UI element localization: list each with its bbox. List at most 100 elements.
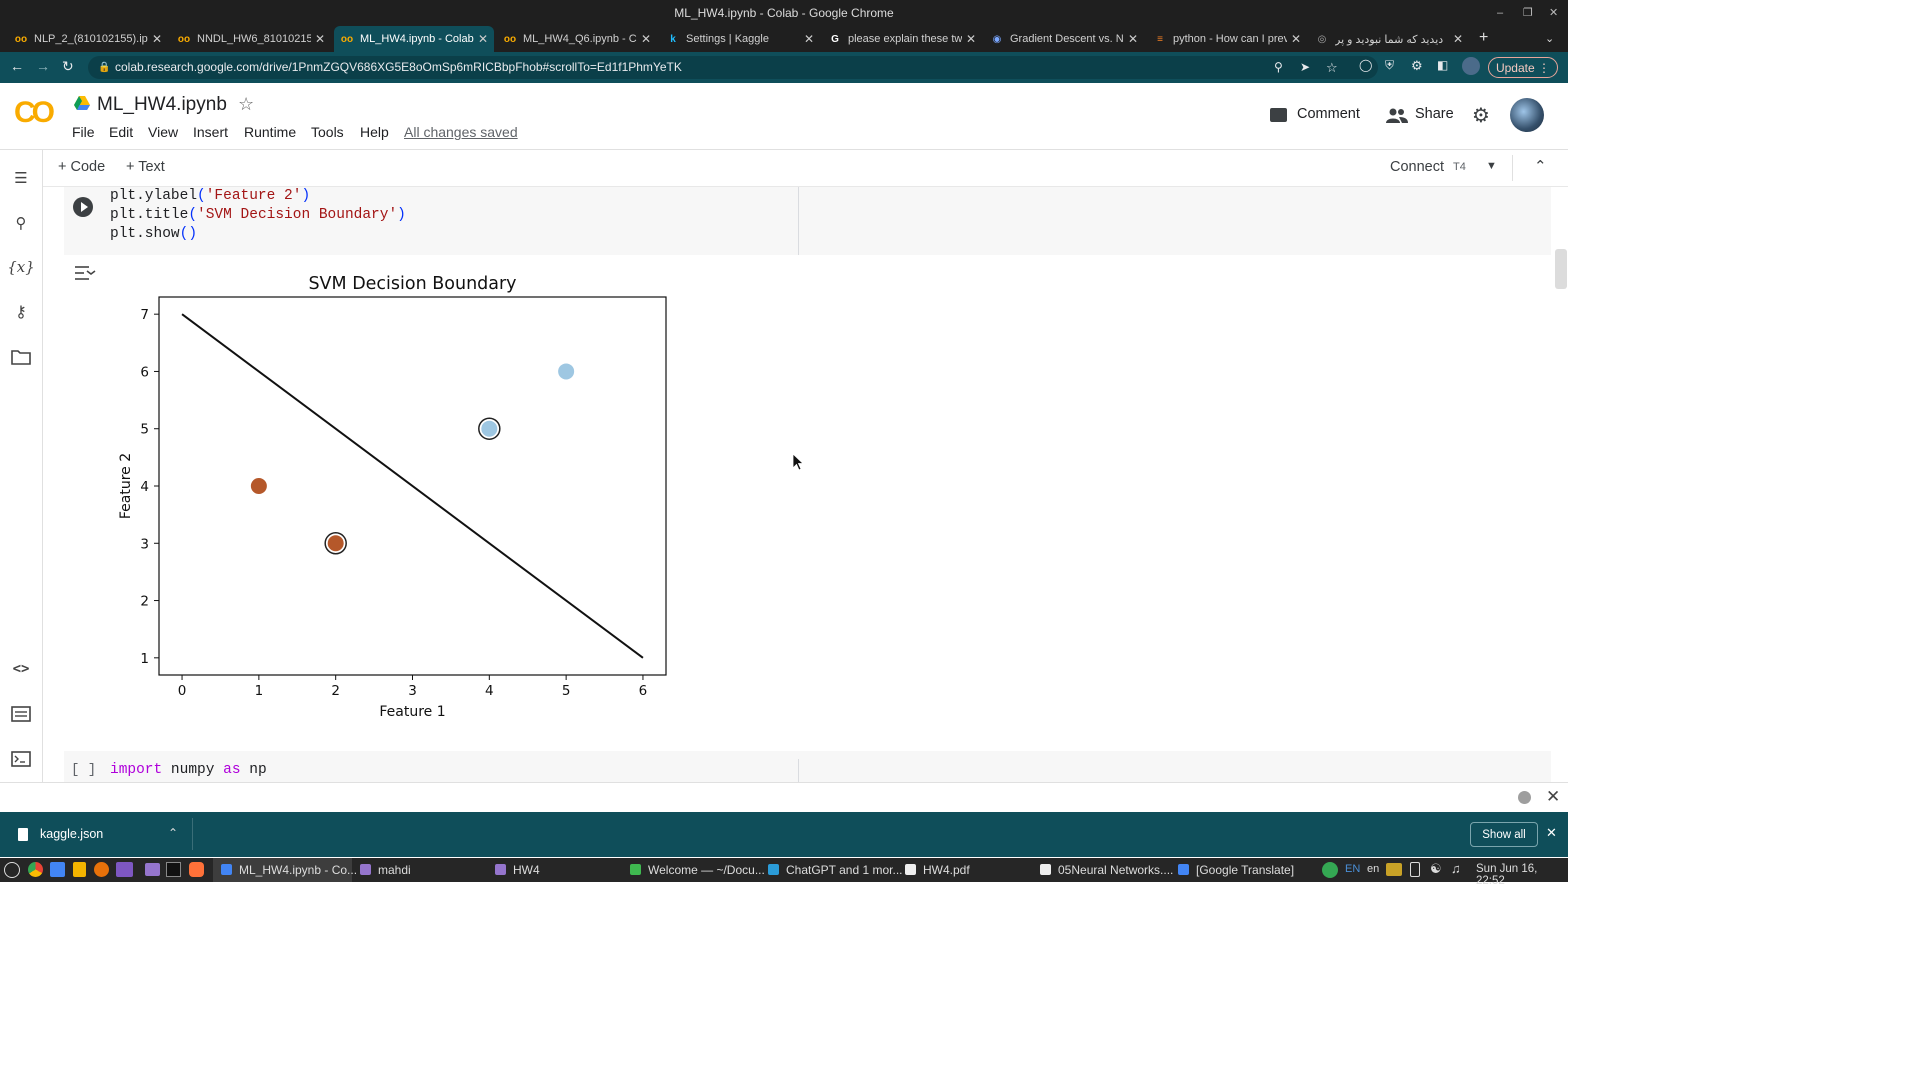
taskbar-item[interactable]: HW4.pdf bbox=[923, 862, 970, 879]
menu-insert[interactable]: Insert bbox=[193, 124, 228, 140]
run-cell-button[interactable] bbox=[73, 197, 93, 217]
add-text-button[interactable]: + Text bbox=[126, 159, 165, 175]
browser-tab[interactable]: k Settings | Kaggle ✕ bbox=[660, 26, 820, 52]
notebook-title[interactable]: ML_HW4.ipynb bbox=[97, 94, 227, 116]
tab-close-icon[interactable]: ✕ bbox=[315, 32, 325, 46]
notebook-scrollbar-thumb[interactable] bbox=[1555, 249, 1567, 289]
menu-tools[interactable]: Tools bbox=[311, 124, 344, 140]
chrome-launcher-icon[interactable] bbox=[28, 862, 43, 877]
taskbar-item[interactable]: ML_HW4.ipynb - Co... bbox=[239, 862, 357, 879]
clock[interactable]: Sun Jun 16, 22:52 bbox=[1476, 863, 1568, 887]
notes-launcher-icon[interactable] bbox=[73, 862, 86, 877]
tray-check-icon[interactable] bbox=[1322, 862, 1338, 878]
files-folder-icon[interactable] bbox=[10, 346, 32, 368]
code-snippets-icon[interactable]: <> bbox=[10, 658, 32, 680]
update-button[interactable]: Update ⋮ bbox=[1488, 57, 1558, 78]
tab-close-icon[interactable]: ✕ bbox=[1291, 32, 1301, 46]
tab-close-icon[interactable]: ✕ bbox=[152, 32, 162, 46]
taskbar-item[interactable]: [Google Translate] bbox=[1196, 862, 1294, 879]
browser-tab[interactable]: ≡ python - How can I prev ✕ bbox=[1147, 26, 1307, 52]
send-icon[interactable]: ➤ bbox=[1300, 56, 1310, 79]
tab-close-icon[interactable]: ✕ bbox=[1128, 32, 1138, 46]
browser-tab[interactable]: oo NNDL_HW6_81010215 ✕ bbox=[171, 26, 331, 52]
collapse-header-icon[interactable]: ⌃ bbox=[1534, 157, 1547, 175]
tab-close-icon[interactable]: ✕ bbox=[641, 32, 651, 46]
browser-tab[interactable]: oo ML_HW4_Q6.ipynb - Co ✕ bbox=[497, 26, 657, 52]
address-bar[interactable]: 🔒 colab.research.google.com/drive/1PnmZG… bbox=[88, 56, 1378, 79]
menu-edit[interactable]: Edit bbox=[109, 124, 133, 140]
share-button[interactable]: Share bbox=[1415, 106, 1454, 122]
files-launcher-icon[interactable] bbox=[145, 863, 160, 876]
app-launcher-icon-2[interactable] bbox=[116, 862, 133, 877]
terminal-icon[interactable] bbox=[10, 748, 32, 770]
profile-avatar[interactable] bbox=[1462, 57, 1480, 75]
taskbar-item[interactable]: ChatGPT and 1 mor... bbox=[786, 862, 903, 879]
extension-circle-icon[interactable]: ◯ bbox=[1359, 58, 1372, 72]
app-launcher-icon[interactable] bbox=[94, 862, 109, 877]
save-status[interactable]: All changes saved bbox=[404, 124, 518, 140]
browser-tab[interactable]: oo NLP_2_(810102155).ipy ✕ bbox=[8, 26, 168, 52]
next-code-cell[interactable]: [ ] import numpy as np bbox=[64, 751, 1551, 782]
tab-search-icon[interactable]: ⌄ bbox=[1545, 32, 1554, 45]
menu-file[interactable]: File bbox=[72, 124, 95, 140]
download-filename[interactable]: kaggle.json bbox=[40, 827, 103, 841]
back-icon[interactable]: ← bbox=[10, 58, 24, 74]
bookmark-star-icon[interactable]: ☆ bbox=[1326, 56, 1338, 79]
google-drive-icon[interactable] bbox=[74, 96, 90, 110]
tab-close-icon[interactable]: ✕ bbox=[966, 32, 976, 46]
variables-icon[interactable]: {x} bbox=[7, 256, 35, 278]
maximize-icon[interactable]: ❐ bbox=[1523, 0, 1533, 26]
browser-tab[interactable]: ◎ دیدید که شما نبودید و پر ✕ bbox=[1309, 26, 1469, 52]
code-cell[interactable]: plt.ylabel('Feature 2') plt.title('SVM De… bbox=[64, 187, 1551, 255]
download-options-icon[interactable]: ⌃ bbox=[168, 826, 178, 840]
taskbar-item[interactable]: 05Neural Networks.... bbox=[1058, 862, 1173, 879]
new-tab-icon[interactable]: + bbox=[1479, 29, 1488, 47]
table-of-contents-icon[interactable]: ☰ bbox=[10, 167, 32, 189]
side-panel-icon[interactable]: ◧ bbox=[1437, 58, 1448, 72]
menu-view[interactable]: View bbox=[148, 124, 178, 140]
connect-button[interactable]: Connect bbox=[1390, 159, 1444, 175]
add-code-button[interactable]: + Code bbox=[58, 159, 105, 175]
tab-close-icon[interactable]: ✕ bbox=[478, 32, 488, 46]
taskbar-item[interactable]: Welcome — ~/Docu... bbox=[648, 862, 765, 879]
app-menu-icon[interactable] bbox=[4, 862, 20, 878]
next-cell-source[interactable]: import numpy as np bbox=[110, 762, 267, 778]
show-all-button[interactable]: Show all bbox=[1470, 822, 1538, 847]
taskbar-item[interactable]: HW4 bbox=[513, 862, 540, 879]
connect-dropdown-icon[interactable]: ▼ bbox=[1486, 160, 1497, 172]
output-toggle-icon[interactable] bbox=[74, 264, 96, 282]
colab-logo[interactable]: CO bbox=[14, 96, 55, 130]
extension-shield-icon[interactable]: ⛨ bbox=[1385, 58, 1394, 73]
search-icon[interactable]: ⚲ bbox=[10, 212, 32, 234]
translate-launcher-icon[interactable] bbox=[50, 862, 65, 877]
close-downloads-icon[interactable]: ✕ bbox=[1546, 825, 1557, 841]
keyboard-layout-indicator[interactable]: EN bbox=[1345, 863, 1360, 875]
tab-close-icon[interactable]: ✕ bbox=[1453, 32, 1463, 46]
extensions-puzzle-icon[interactable]: ⚙ bbox=[1411, 58, 1423, 74]
terminal-launcher-icon[interactable] bbox=[166, 862, 181, 877]
minimize-icon[interactable]: – bbox=[1497, 0, 1503, 26]
tab-close-icon[interactable]: ✕ bbox=[804, 32, 814, 46]
reload-icon[interactable]: ↻ bbox=[62, 58, 74, 75]
firefox-launcher-icon[interactable] bbox=[189, 862, 204, 877]
menu-help[interactable]: Help bbox=[360, 124, 389, 140]
browser-tab[interactable]: oo ML_HW4.ipynb - Colab ✕ bbox=[334, 26, 494, 52]
settings-gear-icon[interactable]: ⚙ bbox=[1472, 103, 1490, 128]
volume-icon[interactable]: ♫ bbox=[1451, 861, 1461, 876]
browser-tab[interactable]: ◉ Gradient Descent vs. N ✕ bbox=[984, 26, 1144, 52]
comment-button[interactable]: Comment bbox=[1297, 106, 1360, 122]
command-palette-icon[interactable] bbox=[10, 703, 32, 725]
forward-icon[interactable]: → bbox=[36, 58, 50, 74]
language-indicator[interactable]: en bbox=[1367, 863, 1379, 875]
taskbar-item[interactable]: mahdi bbox=[378, 862, 411, 879]
close-window-icon[interactable]: ✕ bbox=[1549, 0, 1558, 26]
user-avatar[interactable] bbox=[1510, 98, 1544, 132]
wifi-icon[interactable]: ☯ bbox=[1430, 861, 1442, 877]
menu-runtime[interactable]: Runtime bbox=[244, 124, 296, 140]
close-status-icon[interactable]: ✕ bbox=[1546, 787, 1560, 807]
browser-tab[interactable]: Gplease explain these tw ✕ bbox=[822, 26, 982, 52]
secrets-key-icon[interactable]: ⚷ bbox=[10, 301, 32, 323]
zoom-icon[interactable]: ⚲ bbox=[1274, 56, 1283, 79]
battery-icon[interactable] bbox=[1410, 862, 1420, 877]
tray-app-icon[interactable] bbox=[1386, 863, 1402, 876]
